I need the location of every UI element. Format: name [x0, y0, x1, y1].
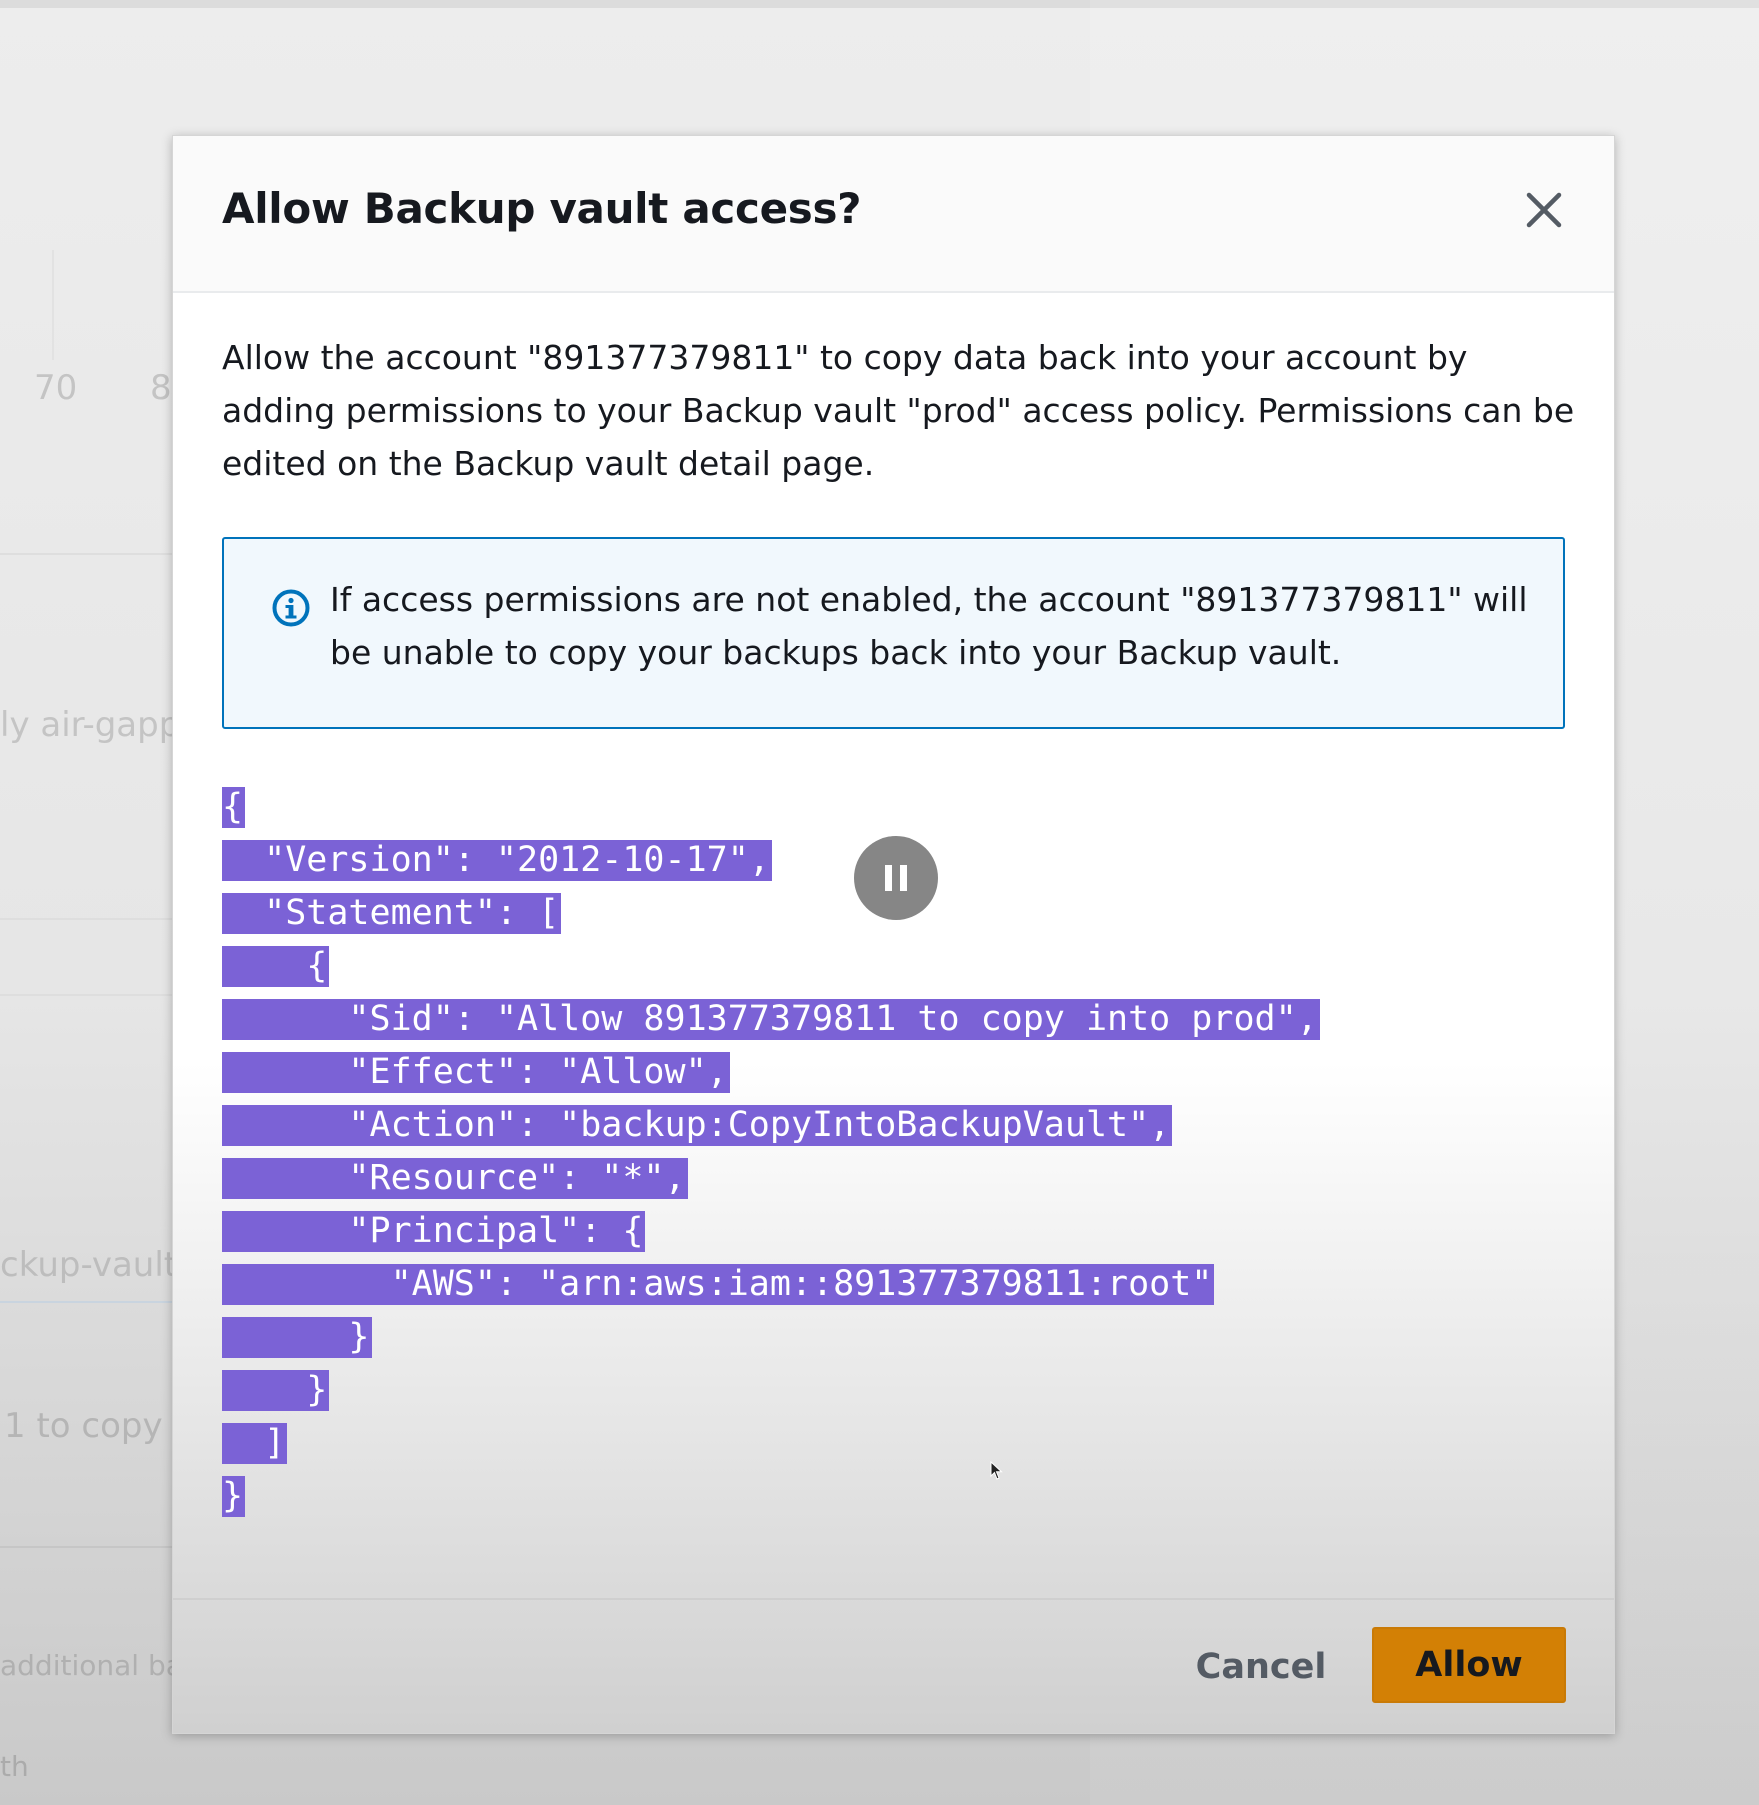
background-text: 70	[34, 368, 78, 408]
code-line-text: {	[222, 787, 246, 828]
code-line-text: "Effect": "Allow",	[222, 1052, 730, 1093]
code-line: "Statement": [	[222, 887, 1320, 940]
code-line: "Principal": {	[222, 1205, 1320, 1258]
code-line: {	[222, 781, 1320, 834]
code-line-text: ]	[222, 1423, 288, 1464]
dialog-header: Allow Backup vault access?	[173, 136, 1614, 293]
background-divider	[0, 918, 172, 920]
code-line-text: "Statement": [	[222, 893, 562, 934]
allow-button[interactable]: Allow	[1372, 1627, 1566, 1703]
code-line-text: "Principal": {	[222, 1211, 646, 1252]
code-line: ]	[222, 1417, 1320, 1470]
code-line: "Version": "2012-10-17",	[222, 834, 1320, 887]
code-line: "AWS": "arn:aws:iam::891377379811:root"	[222, 1258, 1320, 1311]
info-icon	[272, 589, 310, 627]
background-text: th	[0, 1750, 29, 1783]
background-text: 8	[150, 368, 172, 408]
code-line-text: "Resource": "*",	[222, 1158, 688, 1199]
code-line: "Resource": "*",	[222, 1152, 1320, 1205]
cancel-button[interactable]: Cancel	[1186, 1635, 1336, 1699]
code-line-text: "AWS": "arn:aws:iam::891377379811:root"	[222, 1264, 1215, 1305]
code-line: {	[222, 940, 1320, 993]
code-line-text: "Action": "backup:CopyIntoBackupVault",	[222, 1105, 1173, 1146]
code-line: "Action": "backup:CopyIntoBackupVault",	[222, 1099, 1320, 1152]
code-line: }	[222, 1470, 1320, 1523]
code-line-text: "Version": "2012-10-17",	[222, 840, 772, 881]
code-line: }	[222, 1311, 1320, 1364]
background-divider	[0, 994, 172, 996]
background-divider	[0, 1301, 172, 1303]
code-line-text: {	[222, 946, 330, 987]
close-button[interactable]	[1522, 188, 1566, 232]
background-divider	[0, 553, 172, 555]
dialog-title: Allow Backup vault access?	[222, 184, 862, 233]
info-alert: If access permissions are not enabled, t…	[222, 537, 1565, 729]
background-divider	[52, 250, 54, 360]
background-text: 1 to copy b	[4, 1406, 195, 1446]
background-divider	[0, 1546, 172, 1548]
code-line-text: }	[222, 1317, 372, 1358]
policy-json-code[interactable]: { "Version": "2012-10-17", "Statement": …	[222, 781, 1320, 1523]
background-divider	[0, 1227, 172, 1229]
dialog-footer: Cancel Allow	[173, 1598, 1614, 1735]
mouse-cursor-icon	[990, 1461, 1003, 1480]
background-text: ckup-vault:	[0, 1245, 189, 1285]
code-line: "Sid": "Allow 891377379811 to copy into …	[222, 993, 1320, 1046]
code-line-text: "Sid": "Allow 891377379811 to copy into …	[222, 999, 1320, 1040]
code-line-text: }	[222, 1476, 246, 1517]
close-icon	[1526, 192, 1562, 228]
code-line-text: }	[222, 1370, 330, 1411]
code-line: }	[222, 1364, 1320, 1417]
dialog-description: Allow the account "891377379811" to copy…	[222, 338, 1575, 483]
pause-button[interactable]	[854, 836, 938, 920]
allow-vault-access-dialog: Allow Backup vault access? Allow the acc…	[172, 135, 1615, 1734]
pause-icon	[885, 865, 907, 891]
code-line: "Effect": "Allow",	[222, 1046, 1320, 1099]
background-text: additional ba	[0, 1649, 183, 1682]
alert-message: If access permissions are not enabled, t…	[330, 580, 1528, 672]
